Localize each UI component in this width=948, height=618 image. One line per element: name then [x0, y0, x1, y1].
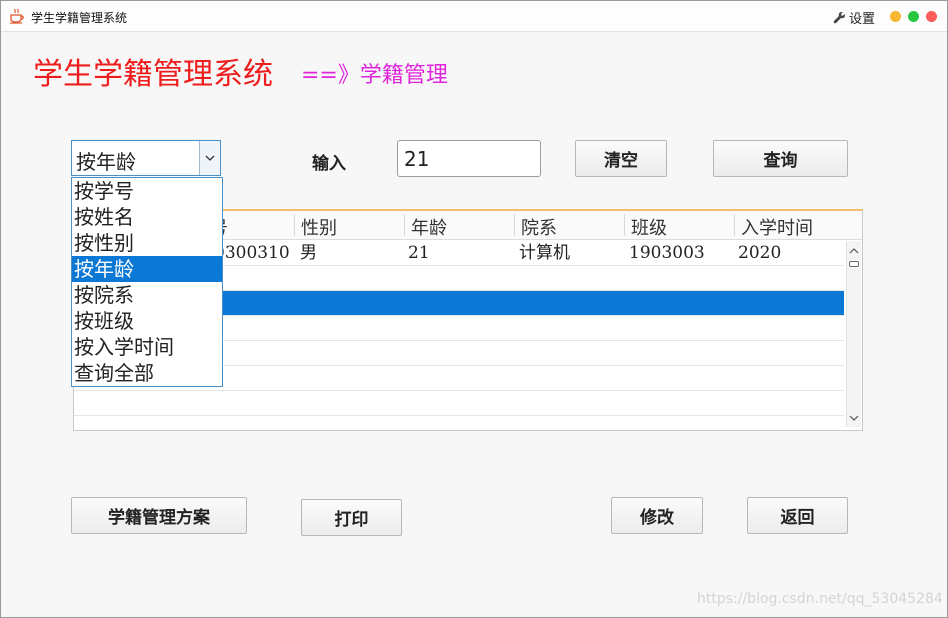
table-cell: 21 — [408, 243, 430, 263]
table-scrollbar[interactable] — [846, 241, 861, 427]
settings-button[interactable]: 设置 — [833, 8, 876, 27]
maximize-button[interactable] — [908, 11, 919, 22]
dropdown-option[interactable]: 按性别 — [72, 230, 222, 256]
dropdown-option[interactable]: 按班级 — [72, 308, 222, 334]
search-mode-dropdown: 按学号 按姓名 按性别 按年龄 按院系 按班级 按入学时间 查询全部 — [71, 177, 223, 387]
chevron-down-icon[interactable] — [199, 141, 220, 175]
page-subtitle: ==》学籍管理 — [301, 63, 448, 88]
column-header[interactable]: 班级 — [624, 214, 734, 239]
title-bar[interactable]: 学生学籍管理系统 设置 — [1, 1, 947, 32]
watermark: https://blog.csdn.net/qq_53045284 — [697, 591, 943, 607]
dropdown-option[interactable]: 按姓名 — [72, 204, 222, 230]
plan-button[interactable]: 学籍管理方案 — [71, 497, 247, 534]
input-label: 输入 — [312, 154, 346, 174]
minimize-button[interactable] — [890, 11, 901, 22]
column-header[interactable]: 性别 — [294, 214, 404, 239]
back-button[interactable]: 返回 — [747, 497, 848, 534]
app-window: 学生学籍管理系统 设置 学生学籍管理系统 ==》学籍管理 按年龄 按学号 按姓名… — [0, 0, 948, 618]
page-title: 学生学籍管理系统 — [33, 57, 273, 92]
scroll-down-icon[interactable] — [847, 411, 861, 425]
close-button[interactable] — [926, 11, 937, 22]
scroll-up-icon[interactable] — [847, 243, 861, 257]
window-title: 学生学籍管理系统 — [31, 11, 128, 25]
coffee-cup-icon — [10, 8, 24, 24]
dropdown-option[interactable]: 查询全部 — [72, 360, 222, 386]
search-input[interactable] — [397, 140, 541, 177]
wrench-icon — [833, 11, 845, 23]
table-cell: 计算机 — [519, 243, 570, 263]
table-row[interactable] — [74, 391, 844, 416]
dropdown-option[interactable]: 按院系 — [72, 282, 222, 308]
column-header[interactable]: 年龄 — [404, 214, 514, 239]
search-mode-value: 按年龄 — [76, 150, 136, 174]
edit-button[interactable]: 修改 — [611, 497, 703, 534]
dropdown-option-selected[interactable]: 按年龄 — [72, 256, 222, 282]
column-header[interactable]: 院系 — [514, 214, 624, 239]
print-button[interactable]: 打印 — [301, 499, 402, 536]
query-button[interactable]: 查询 — [713, 140, 848, 177]
settings-label: 设置 — [849, 11, 876, 27]
dropdown-option[interactable]: 按学号 — [72, 178, 222, 204]
column-header[interactable]: 入学时间 — [734, 214, 846, 239]
table-cell: 1903003 — [629, 243, 705, 263]
scrollbar-thumb[interactable] — [849, 261, 859, 267]
table-cell: 2020 — [738, 243, 782, 263]
clear-button[interactable]: 清空 — [575, 140, 667, 177]
table-cell: 男 — [300, 243, 317, 263]
dropdown-option[interactable]: 按入学时间 — [72, 334, 222, 360]
search-mode-select[interactable]: 按年龄 — [71, 140, 221, 176]
